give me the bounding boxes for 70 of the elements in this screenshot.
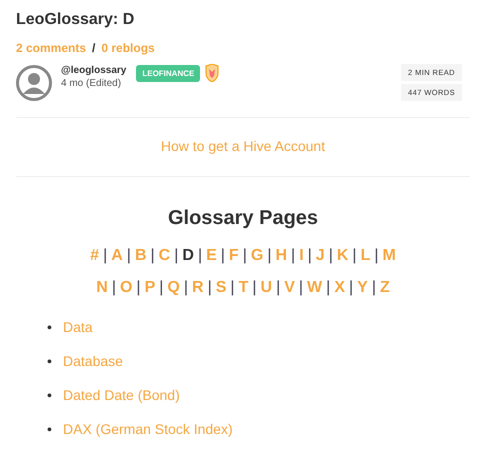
separator: |: [372, 279, 376, 296]
reblogs-link[interactable]: 0 reblogs: [101, 41, 155, 55]
letter-link[interactable]: V: [284, 279, 295, 296]
letter-link[interactable]: N: [96, 279, 108, 296]
letter-link[interactable]: F: [228, 247, 239, 264]
separator: |: [126, 247, 131, 264]
letter-link[interactable]: R: [192, 279, 204, 296]
post-title: LeoGlossary: D: [16, 10, 136, 30]
separator: |: [348, 279, 354, 296]
letter-link[interactable]: G: [250, 247, 264, 264]
separator: |: [308, 247, 312, 264]
term-link[interactable]: DAX (German Stock Index): [63, 421, 233, 437]
separator: |: [198, 247, 202, 264]
term-link[interactable]: Data: [63, 319, 93, 335]
author-name[interactable]: @leoglossary: [61, 64, 126, 77]
separator: |: [174, 247, 178, 264]
bullet: •: [47, 420, 53, 439]
separator: |: [184, 279, 188, 296]
letter-link[interactable]: T: [238, 279, 248, 296]
comments-link[interactable]: 2 comments: [16, 41, 86, 55]
letter-link[interactable]: Q: [167, 279, 180, 296]
letter-link[interactable]: B: [134, 247, 146, 264]
separator: |: [159, 279, 164, 296]
separator: |: [328, 247, 333, 264]
letter-link[interactable]: Y: [357, 279, 368, 296]
letter-link[interactable]: C: [158, 247, 170, 264]
term-link[interactable]: Dated Date (Bond): [63, 387, 180, 403]
letter-link[interactable]: I: [299, 247, 304, 264]
separator: |: [352, 247, 357, 264]
separator: |: [208, 279, 212, 296]
separator: |: [252, 279, 256, 296]
separator: |: [150, 247, 155, 264]
separator: |: [230, 279, 235, 296]
letter-link[interactable]: J: [316, 247, 325, 264]
bullet: •: [47, 352, 53, 371]
letter-link[interactable]: L: [360, 247, 370, 264]
letter-link[interactable]: W: [307, 279, 322, 296]
separator: /: [92, 41, 96, 55]
bullet: •: [47, 318, 53, 337]
letter-link[interactable]: E: [206, 247, 217, 264]
letter-link[interactable]: U: [260, 279, 272, 296]
letter-link[interactable]: Z: [380, 279, 390, 296]
letter-link[interactable]: A: [111, 247, 123, 264]
letter-link[interactable]: #: [90, 247, 100, 264]
separator: |: [326, 279, 330, 296]
post-time: 4 mo (Edited): [61, 77, 122, 90]
avatar-icon[interactable]: [16, 65, 52, 101]
separator: |: [136, 279, 141, 296]
separator: |: [220, 247, 225, 264]
letter-link[interactable]: M: [382, 247, 396, 264]
term-link[interactable]: Database: [63, 353, 123, 369]
separator: |: [112, 279, 116, 296]
glossary-heading: Glossary Pages: [166, 206, 320, 230]
separator: |: [242, 247, 247, 264]
letter-link[interactable]: P: [144, 279, 156, 296]
letter-link[interactable]: H: [275, 247, 288, 264]
hive-account-link[interactable]: How to get a Hive Account: [160, 138, 326, 154]
separator: |: [291, 247, 296, 264]
separator: |: [276, 279, 280, 296]
separator: |: [267, 247, 272, 264]
letter-link[interactable]: S: [216, 279, 226, 296]
separator: |: [374, 247, 379, 264]
community-tag[interactable]: LEOFINANCE: [136, 65, 200, 82]
letter-link[interactable]: X: [334, 279, 345, 296]
letter-link[interactable]: O: [120, 279, 132, 296]
separator: |: [298, 279, 304, 296]
separator: |: [103, 247, 108, 264]
bullet: •: [47, 386, 53, 405]
letter-link[interactable]: K: [336, 247, 348, 264]
letter-link[interactable]: D: [182, 247, 194, 264]
